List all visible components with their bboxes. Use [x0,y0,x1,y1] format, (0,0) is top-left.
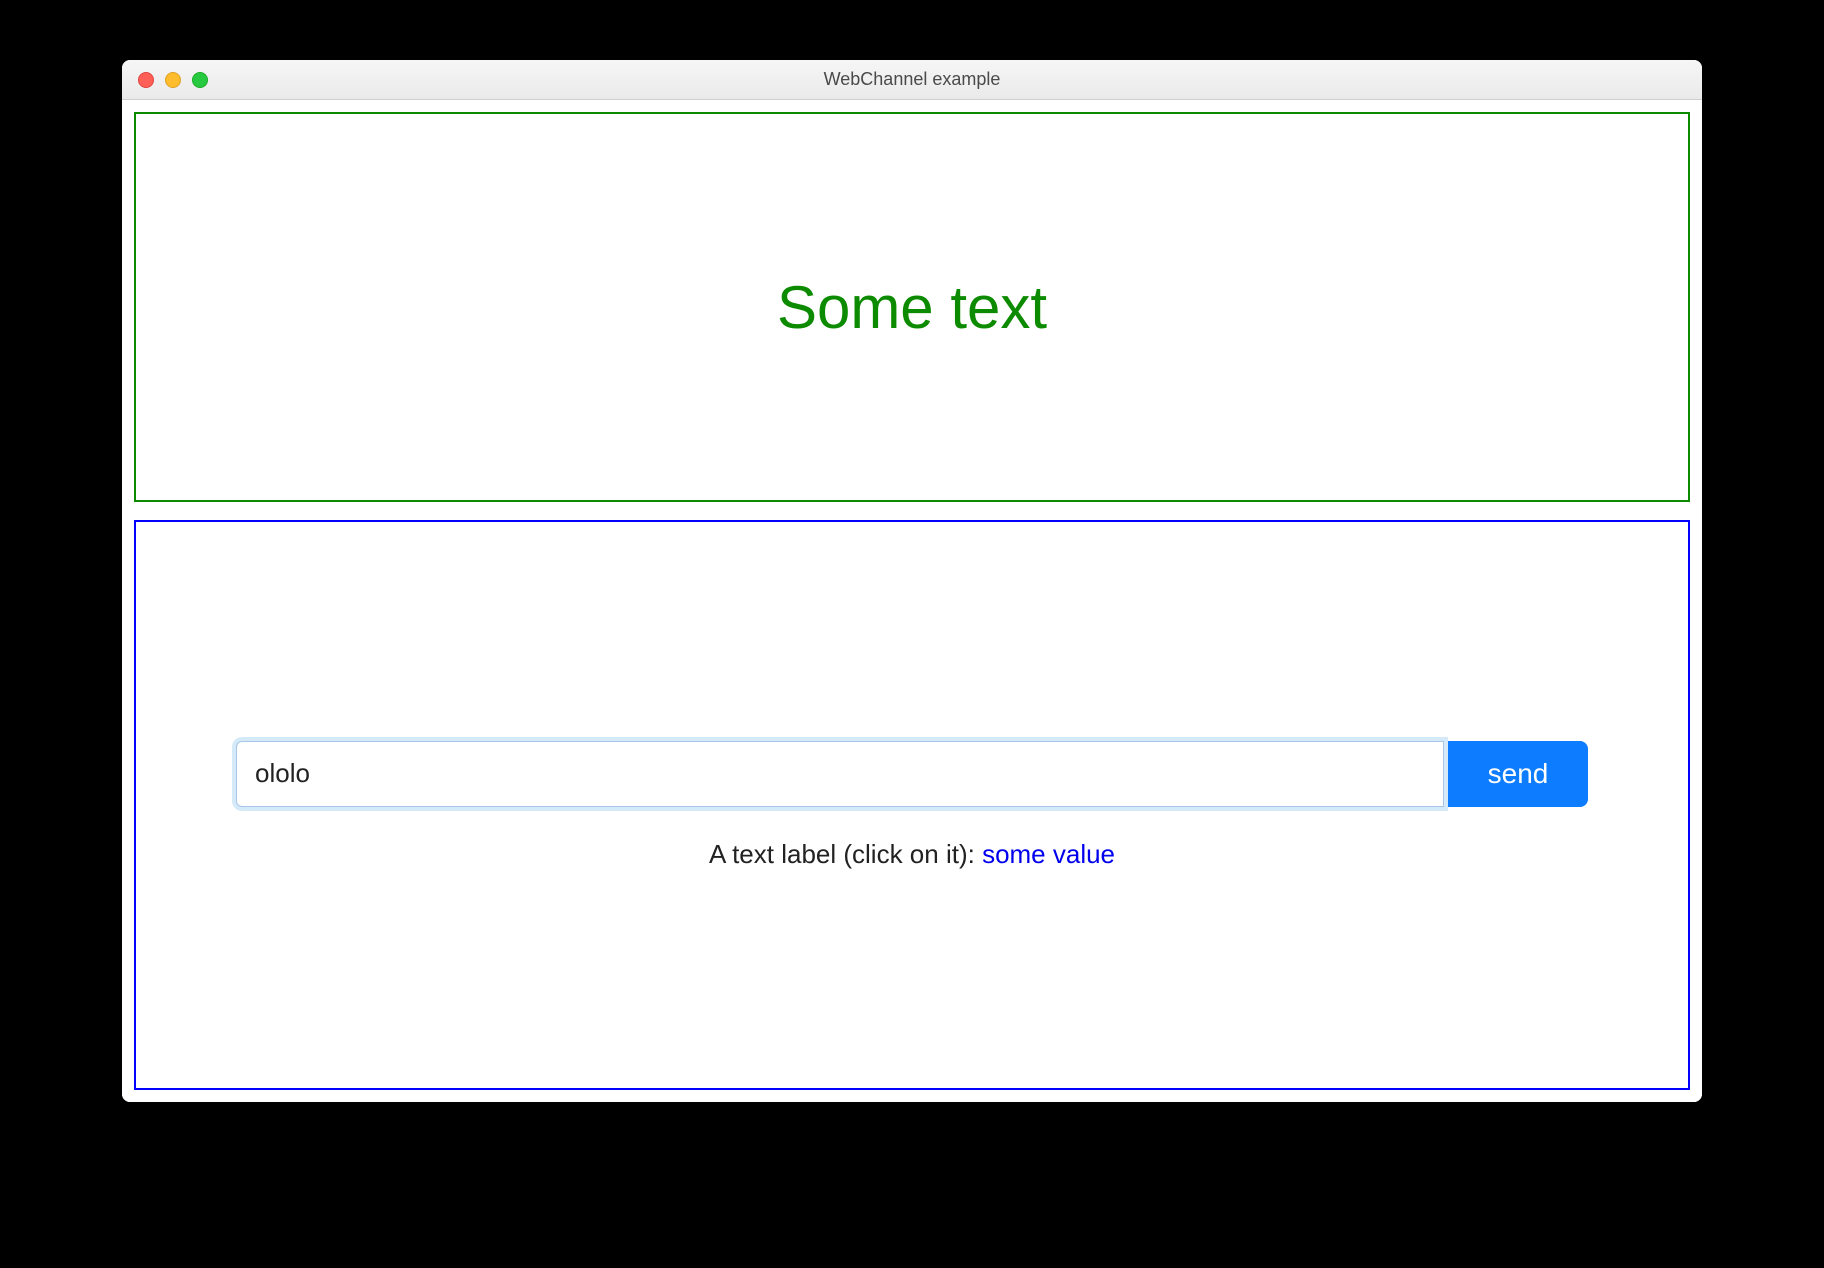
input-row: send [236,741,1588,807]
value-link[interactable]: some value [982,839,1115,869]
window-title: WebChannel example [122,69,1702,90]
title-bar[interactable]: WebChannel example [122,60,1702,100]
maximize-icon[interactable] [192,72,208,88]
message-input[interactable] [236,741,1444,807]
close-icon[interactable] [138,72,154,88]
bottom-panel: send A text label (click on it): some va… [134,520,1690,1090]
main-heading: Some text [777,273,1047,342]
content-area: Some text send A text label (click on it… [122,100,1702,1102]
minimize-icon[interactable] [165,72,181,88]
app-window: WebChannel example Some text send A text… [122,60,1702,1102]
send-button[interactable]: send [1448,741,1588,807]
traffic-lights [122,72,208,88]
label-row: A text label (click on it): some value [709,839,1115,870]
label-prefix: A text label (click on it): [709,839,982,869]
top-panel: Some text [134,112,1690,502]
